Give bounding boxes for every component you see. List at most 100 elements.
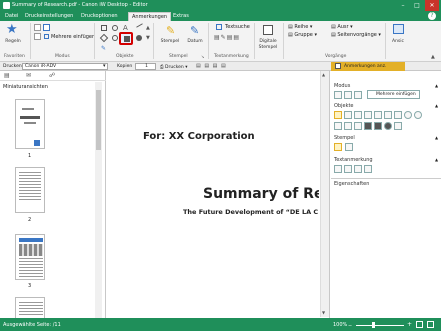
stamp-icon[interactable]: ✎ <box>166 24 175 37</box>
collapse-icon[interactable]: ▲ <box>435 103 438 108</box>
minimize-icon[interactable]: – <box>396 0 410 11</box>
collapse-icon[interactable]: ▲ <box>435 83 438 88</box>
textsuche-button[interactable]: Textsuche <box>225 24 250 30</box>
line-tool-icon[interactable] <box>136 23 143 28</box>
ellipse-tool-icon[interactable] <box>404 111 412 119</box>
highlighter-icon[interactable] <box>334 111 342 119</box>
scroll-up-icon[interactable]: ▲ <box>322 72 325 77</box>
filled-ellipse-icon[interactable] <box>384 122 392 130</box>
zoom-slider-thumb[interactable] <box>372 322 375 328</box>
text-select-icon[interactable] <box>34 33 41 40</box>
tab-anmerkungen[interactable]: Anmerkungen <box>128 12 172 21</box>
gruppe-button[interactable]: ▤ Gruppe ▾ <box>288 32 317 38</box>
date-stamp-icon[interactable] <box>345 143 353 151</box>
drucken-button[interactable]: ⎙ Drucken ▾ <box>160 64 187 70</box>
squiggly-icon[interactable] <box>364 165 372 173</box>
stamp-icon[interactable] <box>334 143 342 151</box>
pen-tool-icon[interactable] <box>334 122 342 130</box>
arrow-icon[interactable] <box>374 111 382 119</box>
thumbnail-page-4[interactable] <box>15 297 45 318</box>
view-icon[interactable] <box>393 24 404 34</box>
fit-width-icon[interactable] <box>427 321 434 328</box>
multi-insert-button[interactable]: Mehrere einfügen <box>367 90 420 99</box>
filled-rectangle-button[interactable] <box>119 32 133 45</box>
highlight-text-icon[interactable] <box>334 165 342 173</box>
seitenvorgaenge-button[interactable]: ▤ Seitenvorgänge ▾ <box>331 32 381 38</box>
collapse-ribbon-icon[interactable]: ▲ <box>431 54 435 60</box>
circle-tool-icon[interactable] <box>414 111 422 119</box>
rectangle-tool-icon[interactable] <box>394 111 402 119</box>
tab-extras[interactable]: Extras <box>170 12 192 21</box>
printer-select[interactable]: Canon iR-ADV <box>22 63 108 70</box>
polygon-tool-icon[interactable] <box>99 33 109 43</box>
pan-icon[interactable] <box>344 91 352 99</box>
close-icon[interactable]: ✕ <box>425 0 439 11</box>
tab-druckeinstellungen[interactable]: Druckeinstellungen <box>22 12 76 21</box>
datum-button[interactable]: Datum <box>184 39 206 44</box>
polygon-tool-icon[interactable] <box>344 122 352 130</box>
thumbnail-page-1[interactable] <box>15 99 45 149</box>
collapse-icon[interactable]: ▲ <box>435 157 438 162</box>
text-search-icon <box>216 24 222 30</box>
digitale-label[interactable]: Digitale <box>257 39 279 44</box>
collapse-icon[interactable]: ▲ <box>435 135 438 140</box>
zoom-slider[interactable] <box>356 325 404 326</box>
divider <box>30 23 31 59</box>
document-scrollbar[interactable]: ▲ ▼ <box>320 71 329 317</box>
group-expander-icon[interactable]: ↘ <box>201 54 204 59</box>
help-icon[interactable]: ? <box>428 12 436 20</box>
toolbar-icons[interactable]: ▤ ▤ ▤ ▤ <box>196 63 227 69</box>
star-icon[interactable]: ★ <box>6 23 20 37</box>
select-icon[interactable] <box>34 24 41 31</box>
rectangle-tool-icon[interactable] <box>101 25 107 31</box>
callout-icon[interactable] <box>364 111 372 119</box>
filled-polygon-icon[interactable] <box>364 122 372 130</box>
text-tool-icon[interactable]: A <box>123 24 128 32</box>
strikethrough-icon[interactable] <box>354 165 362 173</box>
ausr-button[interactable]: ▤ Ausr ▾ <box>331 24 353 30</box>
pan-icon[interactable] <box>43 24 50 31</box>
text-box-icon[interactable] <box>354 111 362 119</box>
pages-tab-icon[interactable]: ▤ <box>4 72 10 79</box>
select-icon[interactable] <box>334 91 342 99</box>
copies-stepper[interactable]: 1 <box>135 63 156 70</box>
text-tool-icon[interactable] <box>344 111 352 119</box>
chevron-down-icon[interactable]: ▾ <box>103 63 106 69</box>
tab-druckoptionen[interactable]: Druckoptionen <box>78 12 121 21</box>
scroll-up-icon[interactable]: ▲ <box>146 25 150 31</box>
text-select-icon[interactable] <box>354 91 362 99</box>
digital-stamp-icon[interactable] <box>263 25 273 35</box>
scroll-down-icon[interactable]: ▼ <box>146 35 150 41</box>
pen-tool-icon[interactable]: ✎ <box>101 45 106 52</box>
zoom-out-icon[interactable]: − <box>348 323 352 329</box>
mehrere-einfuegen-button[interactable]: Mehrere einfügen <box>51 34 95 40</box>
ellipse-tool-icon[interactable] <box>112 25 118 31</box>
reihe-button[interactable]: ▤ Reihe ▾ <box>288 24 312 30</box>
comments-tab-icon[interactable]: ✉ <box>26 72 31 79</box>
fit-page-icon[interactable] <box>416 321 423 328</box>
text-format-icons[interactable]: ▤✎▤▤ <box>214 34 240 41</box>
scroll-down-icon[interactable]: ▼ <box>322 310 325 315</box>
document-view[interactable]: For: XX Corporation Summary of Rese The … <box>107 71 330 318</box>
filled-ellipse-icon[interactable] <box>136 35 142 41</box>
scroll-thumb[interactable] <box>96 90 101 150</box>
annotations-toggle[interactable]: Anmerkungen anz. <box>331 62 405 71</box>
thumbnail-page-3[interactable] <box>15 234 45 280</box>
attachments-tab-icon[interactable]: ☍ <box>49 72 55 79</box>
maximize-icon[interactable]: □ <box>410 0 424 11</box>
thumbnail-page-2[interactable] <box>15 167 45 213</box>
circle-tool-icon[interactable] <box>112 35 118 41</box>
stempel-button[interactable]: Stempel <box>158 39 182 44</box>
date-stamp-icon[interactable]: ✎ <box>190 24 199 37</box>
regeln-button[interactable]: Regeln <box>3 39 23 44</box>
line-tool-icon[interactable] <box>384 111 392 119</box>
thumbnail-scrollbar[interactable] <box>95 82 102 318</box>
filled-rectangle-icon[interactable] <box>374 122 382 130</box>
stempel-label[interactable]: Stempel <box>257 45 279 50</box>
polyline-icon[interactable] <box>354 122 362 130</box>
underline-icon[interactable] <box>344 165 352 173</box>
tab-datei[interactable]: Datei <box>2 12 21 21</box>
image-icon[interactable] <box>394 122 402 130</box>
zoom-in-icon[interactable]: + <box>407 321 412 328</box>
ansicht-button[interactable]: Ansic <box>389 39 407 44</box>
